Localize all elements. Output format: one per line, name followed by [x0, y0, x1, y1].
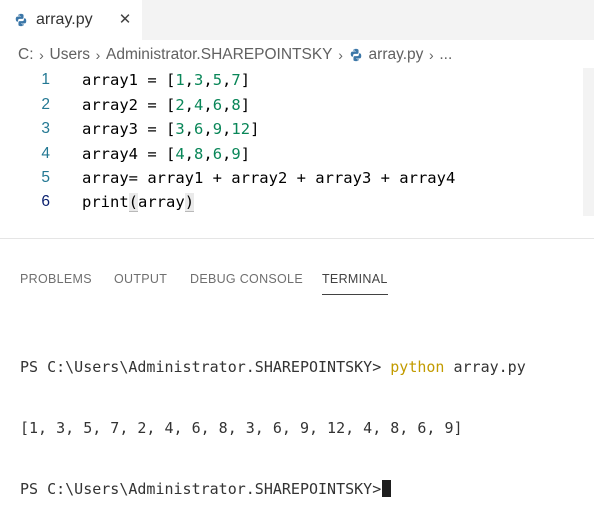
- line-number: 3: [41, 120, 50, 137]
- python-icon: [350, 48, 361, 62]
- code-text: print(array): [82, 193, 195, 212]
- code-text: array1 = [1,3,5,7]: [82, 71, 251, 89]
- chevron-right-icon: ›: [429, 47, 434, 63]
- terminal-command-line: PS C:\Users\Administrator.SHAREPOINTSKY>…: [20, 357, 590, 378]
- tab-terminal[interactable]: TERMINAL: [322, 272, 388, 296]
- terminal-cursor: [382, 480, 392, 497]
- breadcrumb-item-users[interactable]: Users: [50, 46, 90, 64]
- breadcrumb-item-user-folder[interactable]: Administrator.SHAREPOINTSKY: [106, 46, 333, 64]
- terminal-prompt-line[interactable]: PS C:\Users\Administrator.SHAREPOINTSKY>: [20, 479, 590, 500]
- line-number: 6: [41, 193, 50, 210]
- editor-scrollbar[interactable]: [583, 68, 594, 216]
- terminal-command-program: python: [390, 358, 445, 376]
- code-text: array= array1 + array2 + array3 + array4: [82, 169, 456, 187]
- tab-debug-console[interactable]: DEBUG CONSOLE: [190, 272, 303, 296]
- code-text: array3 = [3,6,9,12]: [82, 120, 260, 138]
- breadcrumb-item-more[interactable]: ...: [439, 46, 452, 64]
- line-number: 4: [41, 145, 50, 162]
- python-icon: [15, 13, 27, 27]
- line-number: 5: [41, 169, 50, 186]
- terminal-prompt: PS C:\Users\Administrator.SHAREPOINTSKY>: [20, 480, 382, 498]
- chevron-right-icon: ›: [338, 47, 343, 63]
- terminal-output: [1, 3, 5, 7, 2, 4, 6, 8, 3, 6, 9, 12, 4,…: [20, 419, 463, 437]
- panel-divider[interactable]: [0, 238, 594, 239]
- code-line[interactable]: 4 array4 = [4,8,6,9]: [0, 142, 594, 166]
- code-text: array4 = [4,8,6,9]: [82, 145, 251, 163]
- breadcrumb-item-file[interactable]: array.py: [369, 46, 424, 64]
- chevron-right-icon: ›: [39, 47, 44, 63]
- line-number: 2: [41, 96, 50, 113]
- chevron-right-icon: ›: [95, 47, 101, 63]
- tab-bar: array.py ✕: [0, 0, 594, 40]
- code-line-active[interactable]: 6 print(array): [0, 190, 594, 214]
- code-line[interactable]: 2 array2 = [2,4,6,8]: [0, 93, 594, 117]
- close-icon[interactable]: ✕: [118, 11, 132, 27]
- tab-title: array.py: [36, 11, 93, 28]
- code-line[interactable]: 5 array= array1 + array2 + array3 + arra…: [0, 166, 594, 190]
- code-line[interactable]: 1 array1 = [1,3,5,7]: [0, 68, 594, 92]
- code-text: array2 = [2,4,6,8]: [82, 96, 251, 114]
- breadcrumb-item-drive[interactable]: C:: [18, 46, 34, 64]
- line-number: 1: [41, 71, 50, 88]
- code-line[interactable]: 3 array3 = [3,6,9,12]: [0, 117, 594, 141]
- tab-problems[interactable]: PROBLEMS: [20, 272, 92, 296]
- panel-tabs: PROBLEMS OUTPUT DEBUG CONSOLE TERMINAL: [0, 260, 594, 300]
- breadcrumb: C: › Users › Administrator.SHAREPOINTSKY…: [0, 40, 594, 70]
- editor-tab-array-py[interactable]: array.py ✕: [0, 0, 142, 40]
- terminal[interactable]: PS C:\Users\Administrator.SHAREPOINTSKY>…: [20, 317, 590, 520]
- tab-output[interactable]: OUTPUT: [114, 272, 167, 296]
- code-editor[interactable]: 1 array1 = [1,3,5,7] 2 array2 = [2,4,6,8…: [0, 68, 594, 218]
- terminal-command-args: array.py: [453, 358, 526, 376]
- terminal-prompt: PS C:\Users\Administrator.SHAREPOINTSKY>: [20, 358, 382, 376]
